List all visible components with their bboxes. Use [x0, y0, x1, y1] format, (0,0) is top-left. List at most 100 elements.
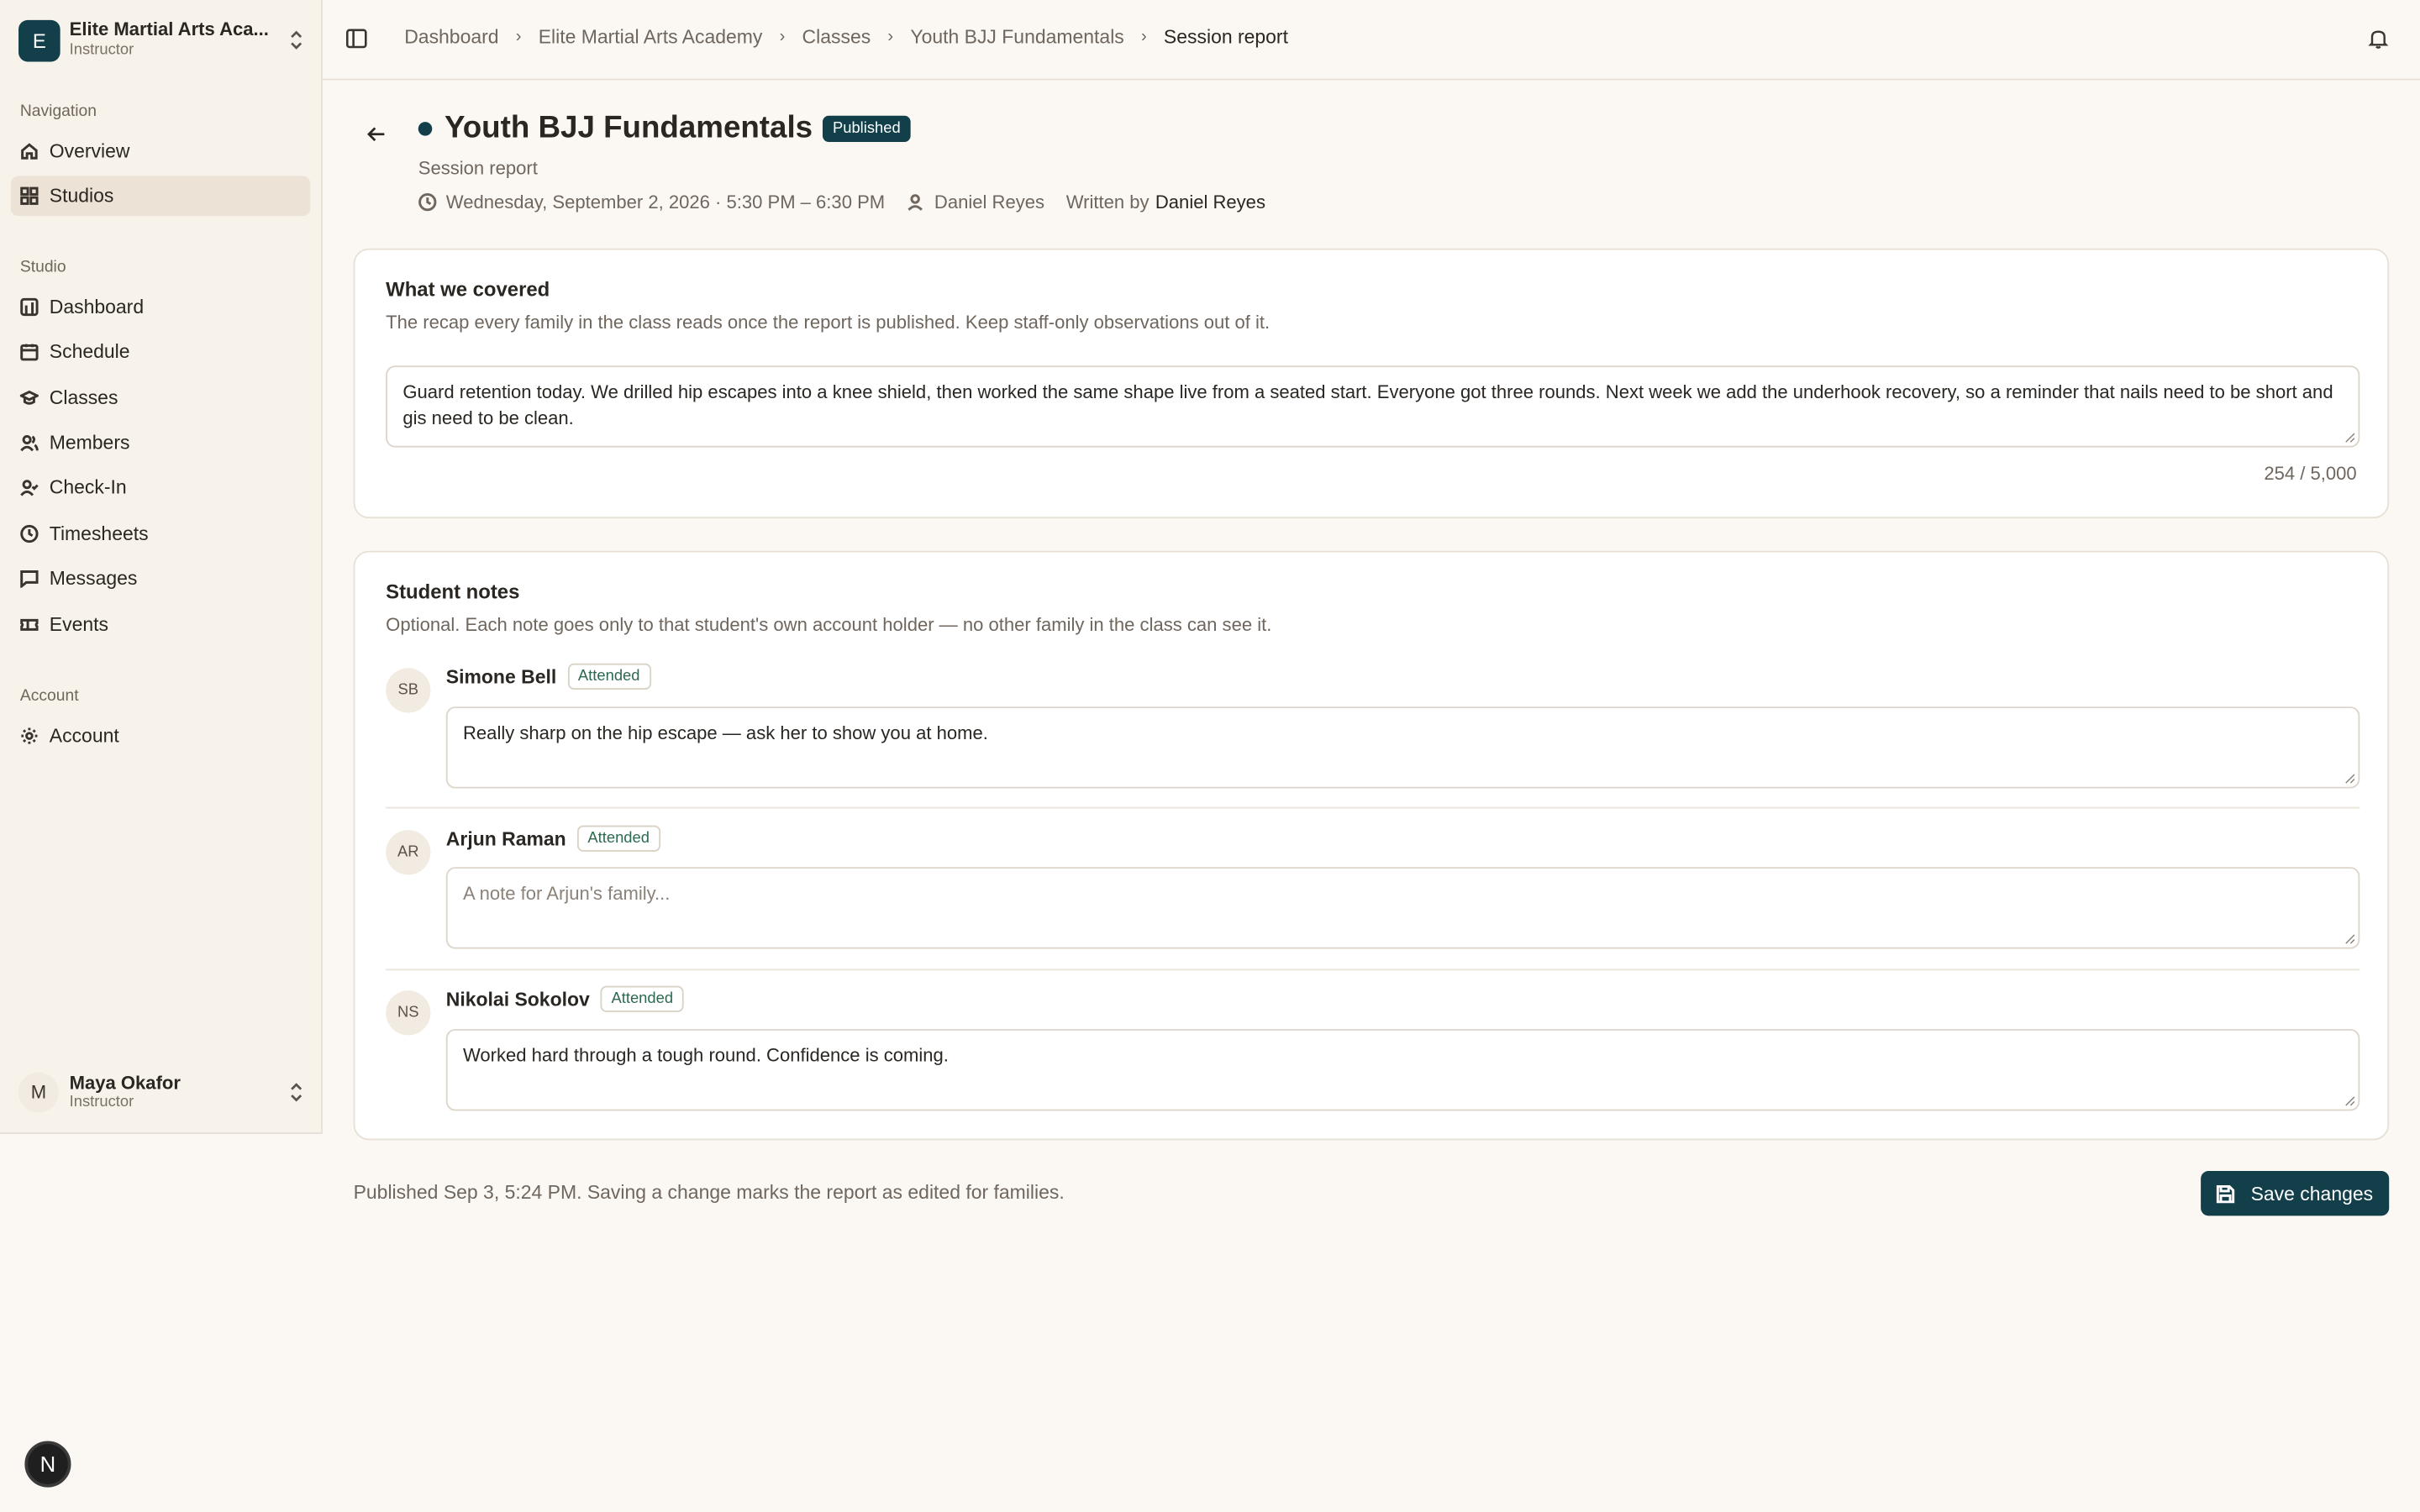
save-icon [2217, 1184, 2235, 1203]
student-notes-card: Student notes Optional. Each note goes o… [353, 550, 2390, 1141]
org-avatar: E [18, 18, 60, 61]
clock-icon [418, 192, 437, 212]
student-note-placeholder: A note for Arjun's family... [463, 882, 671, 905]
sidebar-item-label: Schedule [49, 340, 130, 363]
sidebar-item-dashboard[interactable]: Dashboard [11, 287, 310, 328]
breadcrumb-current: Session report [1163, 26, 1288, 48]
covered-title: What we covered [386, 277, 550, 302]
chevron-right-icon: › [515, 28, 522, 47]
session-meta: Wednesday, September 2, 2026 · 5:30 PM –… [418, 192, 1265, 213]
save-button[interactable]: Save changes [2201, 1171, 2390, 1216]
sidebar-item-account[interactable]: Account [11, 716, 310, 756]
breadcrumb-class[interactable]: Youth BJJ Fundamentals [910, 26, 1123, 48]
character-count: 254 / 5,000 [2264, 463, 2357, 485]
covered-textarea[interactable]: Guard retention today. We drilled hip es… [386, 365, 2360, 448]
sidebar-item-checkin[interactable]: Check-In [11, 468, 310, 508]
avatar: SB [386, 668, 431, 713]
section-label-account: Account [19, 686, 79, 706]
resize-handle-icon[interactable] [2344, 1095, 2355, 1106]
student-note-textarea[interactable]: Really sharp on the hip escape — ask her… [445, 706, 2360, 789]
user-menu[interactable]: M Maya Okafor Instructor [18, 1068, 306, 1117]
avatar: M [18, 1072, 59, 1113]
sidebar-item-schedule[interactable]: Schedule [11, 332, 310, 372]
home-icon [21, 143, 38, 160]
written-by-label: Written by [1065, 191, 1150, 213]
resize-handle-icon[interactable] [2344, 933, 2355, 944]
sidebar-item-label: Dashboard [49, 296, 145, 318]
student-note-text: Worked hard through a tough round. Confi… [463, 1044, 949, 1067]
graduation-cap-icon [19, 390, 39, 405]
page-title: Youth BJJ Fundamentals [444, 111, 813, 145]
org-switcher[interactable]: E Elite Martial Arts Aca... Instructor [18, 18, 306, 61]
list-item: AR Arjun Raman Attended A note for Arjun… [386, 825, 2360, 950]
org-role: Instructor [69, 41, 134, 60]
class-color-dot [418, 122, 433, 136]
student-note-textarea[interactable]: A note for Arjun's family... [445, 867, 2360, 949]
top-bar: Dashboard › Elite Martial Arts Academy ›… [322, 0, 2420, 81]
student-name: Nikolai Sokolov [445, 988, 590, 1011]
divider [386, 806, 2360, 809]
bell-icon[interactable] [2367, 28, 2389, 50]
sidebar-item-events[interactable]: Events [11, 605, 310, 645]
clock-icon [20, 524, 39, 543]
session-datetime: Wednesday, September 2, 2026 · 5:30 PM –… [445, 191, 886, 213]
chevron-right-icon: › [1140, 28, 1147, 47]
chevrons-up-down-icon [287, 1082, 306, 1104]
sidebar-item-label: Events [49, 614, 108, 636]
chevrons-up-down-icon [287, 29, 306, 51]
student-name: Simone Bell [445, 665, 557, 688]
avatar: AR [386, 830, 431, 875]
status-badge: Published [822, 115, 912, 142]
sidebar-item-messages[interactable]: Messages [11, 559, 310, 599]
breadcrumb-dashboard[interactable]: Dashboard [404, 26, 498, 48]
breadcrumb-classes[interactable]: Classes [802, 26, 871, 48]
list-item: SB Simone Bell Attended Really sharp on … [386, 663, 2360, 789]
users-icon [20, 434, 39, 452]
user-check-icon [20, 480, 39, 496]
resize-handle-icon[interactable] [2344, 432, 2355, 443]
notes-description: Optional. Each note goes only to that st… [386, 614, 1272, 636]
message-square-icon [20, 570, 39, 588]
sidebar-item-classes[interactable]: Classes [11, 378, 310, 418]
back-arrow-icon[interactable] [364, 122, 388, 146]
section-label-navigation: Navigation [19, 102, 97, 121]
user-role: Instructor [69, 1094, 134, 1111]
written-by-name: Daniel Reyes [1155, 191, 1265, 213]
dev-tools-badge[interactable]: N [24, 1441, 71, 1488]
student-name: Arjun Raman [445, 827, 566, 850]
sidebar-item-label: Timesheets [49, 522, 149, 545]
calendar-icon [20, 344, 39, 361]
section-label-studio: Studio [19, 257, 66, 276]
sidebar-item-studios[interactable]: Studios [10, 176, 311, 217]
sidebar-item-label: Check-In [49, 476, 127, 499]
sidebar-item-label: Classes [49, 387, 118, 409]
sidebar-item-label: Account [49, 725, 119, 747]
user-name: Maya Okafor [69, 1072, 181, 1094]
chevron-right-icon: › [779, 28, 786, 47]
sidebar-item-timesheets[interactable]: Timesheets [11, 514, 310, 554]
sidebar-item-members[interactable]: Members [11, 423, 310, 463]
student-note-text: Really sharp on the hip escape — ask her… [463, 722, 988, 744]
user-icon [908, 194, 923, 211]
sidebar-item-label: Overview [49, 140, 130, 162]
breadcrumb-academy[interactable]: Elite Martial Arts Academy [539, 26, 763, 48]
session-instructor: Daniel Reyes [934, 191, 1045, 213]
notes-title: Student notes [386, 580, 520, 604]
breadcrumb: Dashboard › Elite Martial Arts Academy ›… [404, 26, 1288, 48]
page-subtitle: Session report [418, 157, 538, 180]
resize-handle-icon[interactable] [2344, 773, 2355, 784]
student-note-textarea[interactable]: Worked hard through a tough round. Confi… [445, 1029, 2360, 1111]
sidebar-item-label: Messages [49, 567, 138, 590]
grid-icon [20, 186, 39, 205]
sidebar-toggle-icon[interactable] [345, 28, 367, 50]
sidebar: E Elite Martial Arts Aca... Instructor N… [0, 0, 323, 1134]
gear-icon [21, 727, 38, 744]
ticket-icon [20, 618, 39, 631]
org-name: Elite Martial Arts Aca... [69, 18, 269, 41]
publish-status-text: Published Sep 3, 5:24 PM. Saving a chang… [353, 1181, 1065, 1204]
covered-text: Guard retention today. We drilled hip es… [402, 381, 2333, 429]
sidebar-item-overview[interactable]: Overview [11, 131, 310, 171]
chevron-right-icon: › [887, 28, 894, 47]
attendance-badge: Attended [576, 825, 660, 852]
sidebar-item-label: Studios [49, 185, 114, 207]
